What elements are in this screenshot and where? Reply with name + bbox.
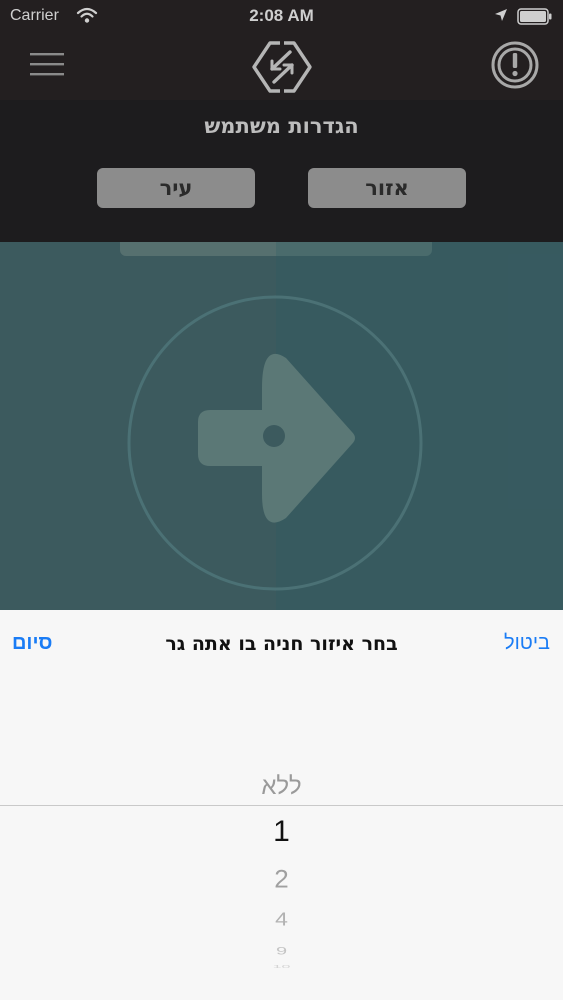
hamburger-menu-icon[interactable]	[28, 47, 66, 81]
picker-title: בחר איזור חניה בו אתה גר	[165, 633, 398, 655]
picker-option[interactable]: 4	[0, 909, 563, 931]
nav-bar	[0, 34, 563, 100]
status-time: 2:08 AM	[249, 6, 314, 25]
dimmed-background-overlay	[0, 242, 563, 610]
parking-direction-arrow-icon	[127, 295, 423, 591]
picker-option-selected[interactable]: 1	[0, 815, 563, 849]
exclamation-circle-icon[interactable]	[490, 40, 540, 90]
picker-sheet: ביטול בחר איזור חניה בו אתה גר סיום ללא …	[0, 610, 563, 1000]
picker-toolbar: ביטול בחר איזור חניה בו אתה גר סיום	[0, 610, 563, 678]
page-title: הגדרות משתמש	[204, 114, 359, 138]
status-bar: Carrier 2:08 AM	[0, 0, 563, 34]
picker-option[interactable]: 10	[0, 964, 563, 969]
swap-arrows-logo-icon	[252, 41, 312, 93]
location-arrow-icon	[495, 9, 507, 21]
picker-option[interactable]: 9	[0, 945, 563, 958]
battery-icon	[517, 8, 552, 25]
picker-option[interactable]: ללא	[0, 773, 563, 801]
parking-zone-picker[interactable]: ללא 1 2 4 9 10	[0, 678, 563, 1000]
city-button[interactable]: עיר	[97, 168, 255, 208]
picker-selection-line	[0, 805, 563, 806]
area-button[interactable]: אזור	[308, 168, 466, 208]
picker-option[interactable]: 2	[0, 865, 563, 894]
done-button[interactable]: סיום	[12, 632, 52, 655]
user-settings-header: הגדרות משתמש עיר אזור	[0, 100, 563, 242]
